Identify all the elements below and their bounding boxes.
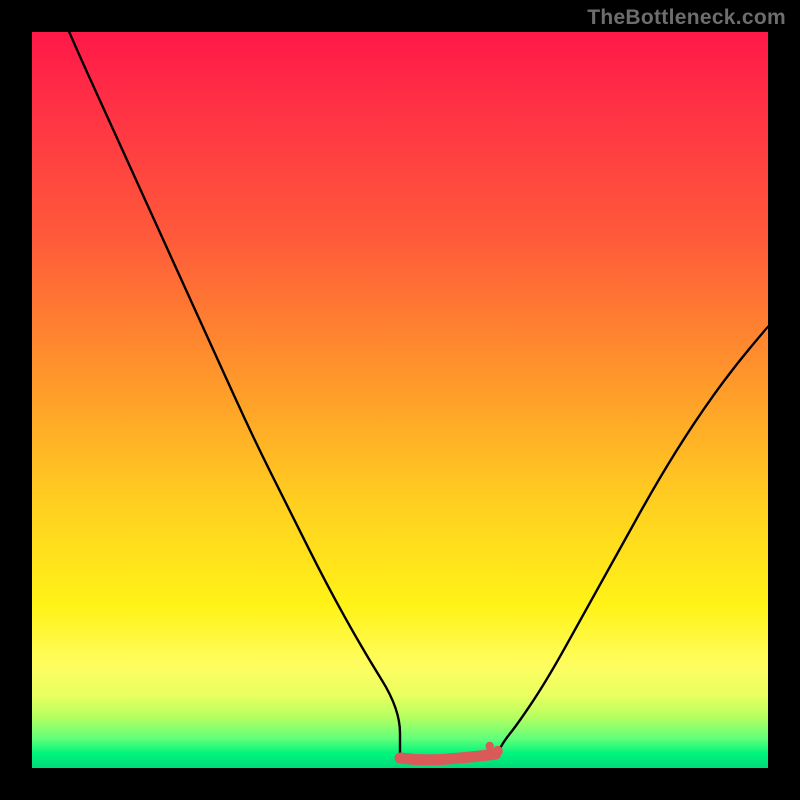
marker-dot — [486, 742, 494, 750]
curve-right-limb — [496, 326, 768, 757]
chart-svg — [32, 32, 768, 768]
marker-dot — [493, 746, 503, 756]
plot-area — [32, 32, 768, 768]
curve-left-limb — [32, 0, 400, 757]
watermark-text: TheBottleneck.com — [587, 6, 786, 30]
optimal-range-marker — [400, 754, 496, 760]
chart-frame: TheBottleneck.com — [0, 0, 800, 800]
